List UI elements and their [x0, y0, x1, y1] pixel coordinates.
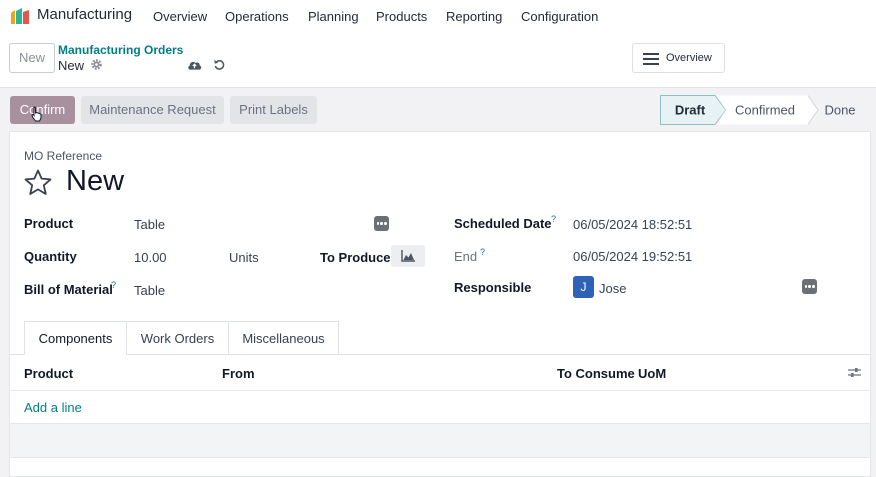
print-labels-button[interactable]: Print Labels — [230, 96, 317, 124]
bom-label: Bill of Material — [24, 282, 113, 297]
scheduled-date-label: Scheduled Date — [454, 216, 552, 231]
overview-button-label: Overview — [666, 52, 712, 64]
column-header-from[interactable]: From — [222, 366, 255, 381]
product-field[interactable]: Table — [134, 217, 165, 232]
column-header-to-consume[interactable]: To Consume — [557, 366, 635, 381]
status-step-draft-label: Draft — [675, 103, 706, 118]
menu-item-overview[interactable]: Overview — [153, 9, 207, 24]
bom-help-icon[interactable]: ? — [111, 280, 116, 290]
table-header-divider — [10, 390, 870, 391]
menu-item-reporting[interactable]: Reporting — [446, 9, 502, 24]
responsible-more-button[interactable] — [802, 279, 817, 294]
new-button[interactable]: New — [9, 43, 55, 73]
breadcrumb-manufacturing-orders[interactable]: Manufacturing Orders — [58, 43, 183, 57]
overview-button[interactable]: Overview — [632, 43, 725, 73]
responsible-label: Responsible — [454, 280, 532, 295]
tab-work-orders[interactable]: Work Orders — [127, 321, 229, 355]
scheduled-date-help-icon[interactable]: ? — [551, 214, 556, 224]
status-bar: Draft Confirmed Done — [660, 95, 856, 125]
top-navbar: Manufacturing Overview Operations Planni… — [0, 0, 876, 33]
app-name[interactable]: Manufacturing — [37, 6, 132, 23]
table-row-divider — [10, 457, 870, 458]
mo-reference-label: MO Reference — [24, 149, 103, 163]
menu-item-configuration[interactable]: Configuration — [521, 9, 598, 24]
cloud-upload-icon[interactable] — [187, 58, 202, 71]
end-help-icon[interactable]: ? — [480, 247, 485, 257]
chart-icon — [401, 250, 415, 262]
control-panel: New Manufacturing Orders New Overview — [0, 33, 876, 88]
maintenance-request-button[interactable]: Maintenance Request — [81, 96, 224, 124]
bom-field[interactable]: Table — [134, 283, 165, 298]
menu-item-planning[interactable]: Planning — [308, 9, 359, 24]
status-step-done-label[interactable]: Done — [824, 103, 855, 118]
table-row — [10, 424, 870, 457]
quantity-field[interactable]: 10.00 — [134, 250, 167, 265]
product-label: Product — [24, 216, 74, 231]
quantity-label: Quantity — [24, 249, 77, 264]
star-icon[interactable] — [24, 169, 52, 196]
menu-item-operations[interactable]: Operations — [225, 9, 289, 24]
sliders-icon[interactable] — [848, 366, 861, 379]
undo-icon[interactable] — [213, 58, 226, 71]
scheduled-date-field[interactable]: 06/05/2024 18:52:51 — [573, 217, 692, 232]
add-a-line-link[interactable]: Add a line — [24, 400, 82, 415]
status-step-confirmed-label: Confirmed — [735, 103, 795, 118]
forecast-chart-button[interactable] — [391, 245, 425, 267]
hamburger-icon — [643, 53, 659, 65]
gear-icon[interactable] — [90, 58, 103, 71]
cursor-icon — [31, 106, 42, 122]
to-produce-label: To Produce — [320, 250, 391, 265]
product-more-button[interactable] — [374, 216, 389, 231]
menu-item-products[interactable]: Products — [376, 9, 427, 24]
responsible-field[interactable]: Jose — [599, 281, 626, 296]
column-header-uom[interactable]: UoM — [638, 366, 666, 381]
breadcrumb-current-record: New — [58, 58, 85, 73]
uom-field[interactable]: Units — [229, 250, 259, 265]
tab-components[interactable]: Components — [24, 321, 127, 355]
avatar[interactable]: J — [573, 276, 594, 298]
column-header-product[interactable]: Product — [24, 366, 73, 381]
tab-miscellaneous[interactable]: Miscellaneous — [229, 321, 339, 355]
app-logo-icon[interactable] — [10, 7, 30, 25]
record-title[interactable]: New — [66, 165, 124, 198]
end-date-field[interactable]: 06/05/2024 19:52:51 — [573, 249, 692, 264]
end-label: End — [454, 249, 478, 264]
